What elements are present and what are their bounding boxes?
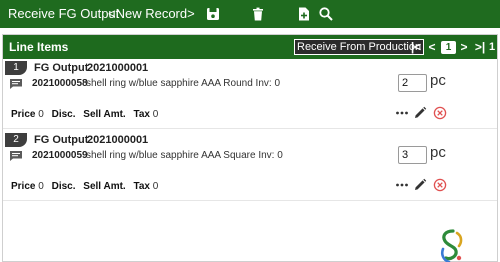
panel-title: Line Items (9, 40, 69, 54)
fg-output-number: 2021000001 (87, 62, 149, 74)
total-pages: 1 (488, 41, 496, 53)
line-item: 1 FG Output 2021000001 2021000058 shell … (3, 59, 497, 129)
quantity-input[interactable] (398, 74, 427, 92)
line-items-panel: Line Items Receive From Production |< < … (2, 34, 498, 262)
more-options-icon[interactable] (395, 178, 409, 192)
tax-label: Tax (133, 109, 150, 120)
fg-output-number: 2021000001 (87, 134, 149, 146)
receive-fg-output-page: Receive FG Output <New Record> Line Item… (0, 0, 500, 262)
fg-output-label: FG Output (34, 134, 89, 146)
edit-pencil-icon[interactable] (413, 106, 427, 120)
tax-value: 0 (152, 109, 159, 120)
brand-logo-icon (437, 227, 467, 262)
item-description: shell ring w/blue sapphire AAA Round Inv… (86, 78, 281, 89)
search-icon[interactable] (318, 6, 334, 22)
price-label: Price (11, 181, 36, 192)
first-page-button[interactable]: |< (409, 39, 423, 55)
next-page-button[interactable]: > (459, 39, 469, 55)
delete-icon[interactable] (250, 6, 266, 22)
window-title: Receive FG Output (8, 6, 120, 21)
line-index-badge: 2 (5, 133, 27, 147)
last-page-button[interactable]: >| (473, 39, 487, 55)
receive-from-production-button[interactable]: Receive From Production (294, 39, 425, 55)
item-code: 2021000058 (32, 78, 88, 89)
line-totals: Price 0 Disc. Sell Amt. Tax 0 (11, 109, 163, 120)
comment-icon[interactable] (9, 77, 23, 89)
disc-label: Disc. (51, 109, 76, 120)
tax-label: Tax (133, 181, 150, 192)
sell-amt-label: Sell Amt. (83, 181, 126, 192)
fg-output-label: FG Output (34, 62, 89, 74)
more-options-icon[interactable] (395, 106, 409, 120)
tax-value: 0 (152, 181, 159, 192)
remove-icon[interactable] (433, 106, 447, 120)
price-value: 0 (38, 181, 44, 192)
prev-page-button[interactable]: < (427, 39, 437, 55)
top-toolbar: Receive FG Output <New Record> (0, 0, 500, 28)
disc-label: Disc. (51, 181, 76, 192)
sell-amt-label: Sell Amt. (83, 109, 126, 120)
line-index-badge: 1 (5, 61, 27, 75)
unit-label: pc (430, 72, 446, 89)
price-label: Price (11, 109, 36, 120)
panel-header: Line Items Receive From Production |< < … (3, 35, 497, 59)
line-item: 2 FG Output 2021000001 2021000059 shell … (3, 131, 497, 201)
unit-label: pc (430, 144, 446, 161)
quantity-input[interactable] (398, 146, 427, 164)
save-icon[interactable] (205, 6, 221, 22)
record-label: <New Record> (108, 6, 195, 21)
current-page-number: 1 (441, 41, 456, 54)
comment-icon[interactable] (9, 149, 23, 161)
line-totals: Price 0 Disc. Sell Amt. Tax 0 (11, 181, 163, 192)
add-document-icon[interactable] (296, 6, 312, 22)
remove-icon[interactable] (433, 178, 447, 192)
edit-pencil-icon[interactable] (413, 178, 427, 192)
item-description: shell ring w/blue sapphire AAA Square In… (86, 150, 283, 161)
item-code: 2021000059 (32, 150, 88, 161)
price-value: 0 (38, 109, 44, 120)
